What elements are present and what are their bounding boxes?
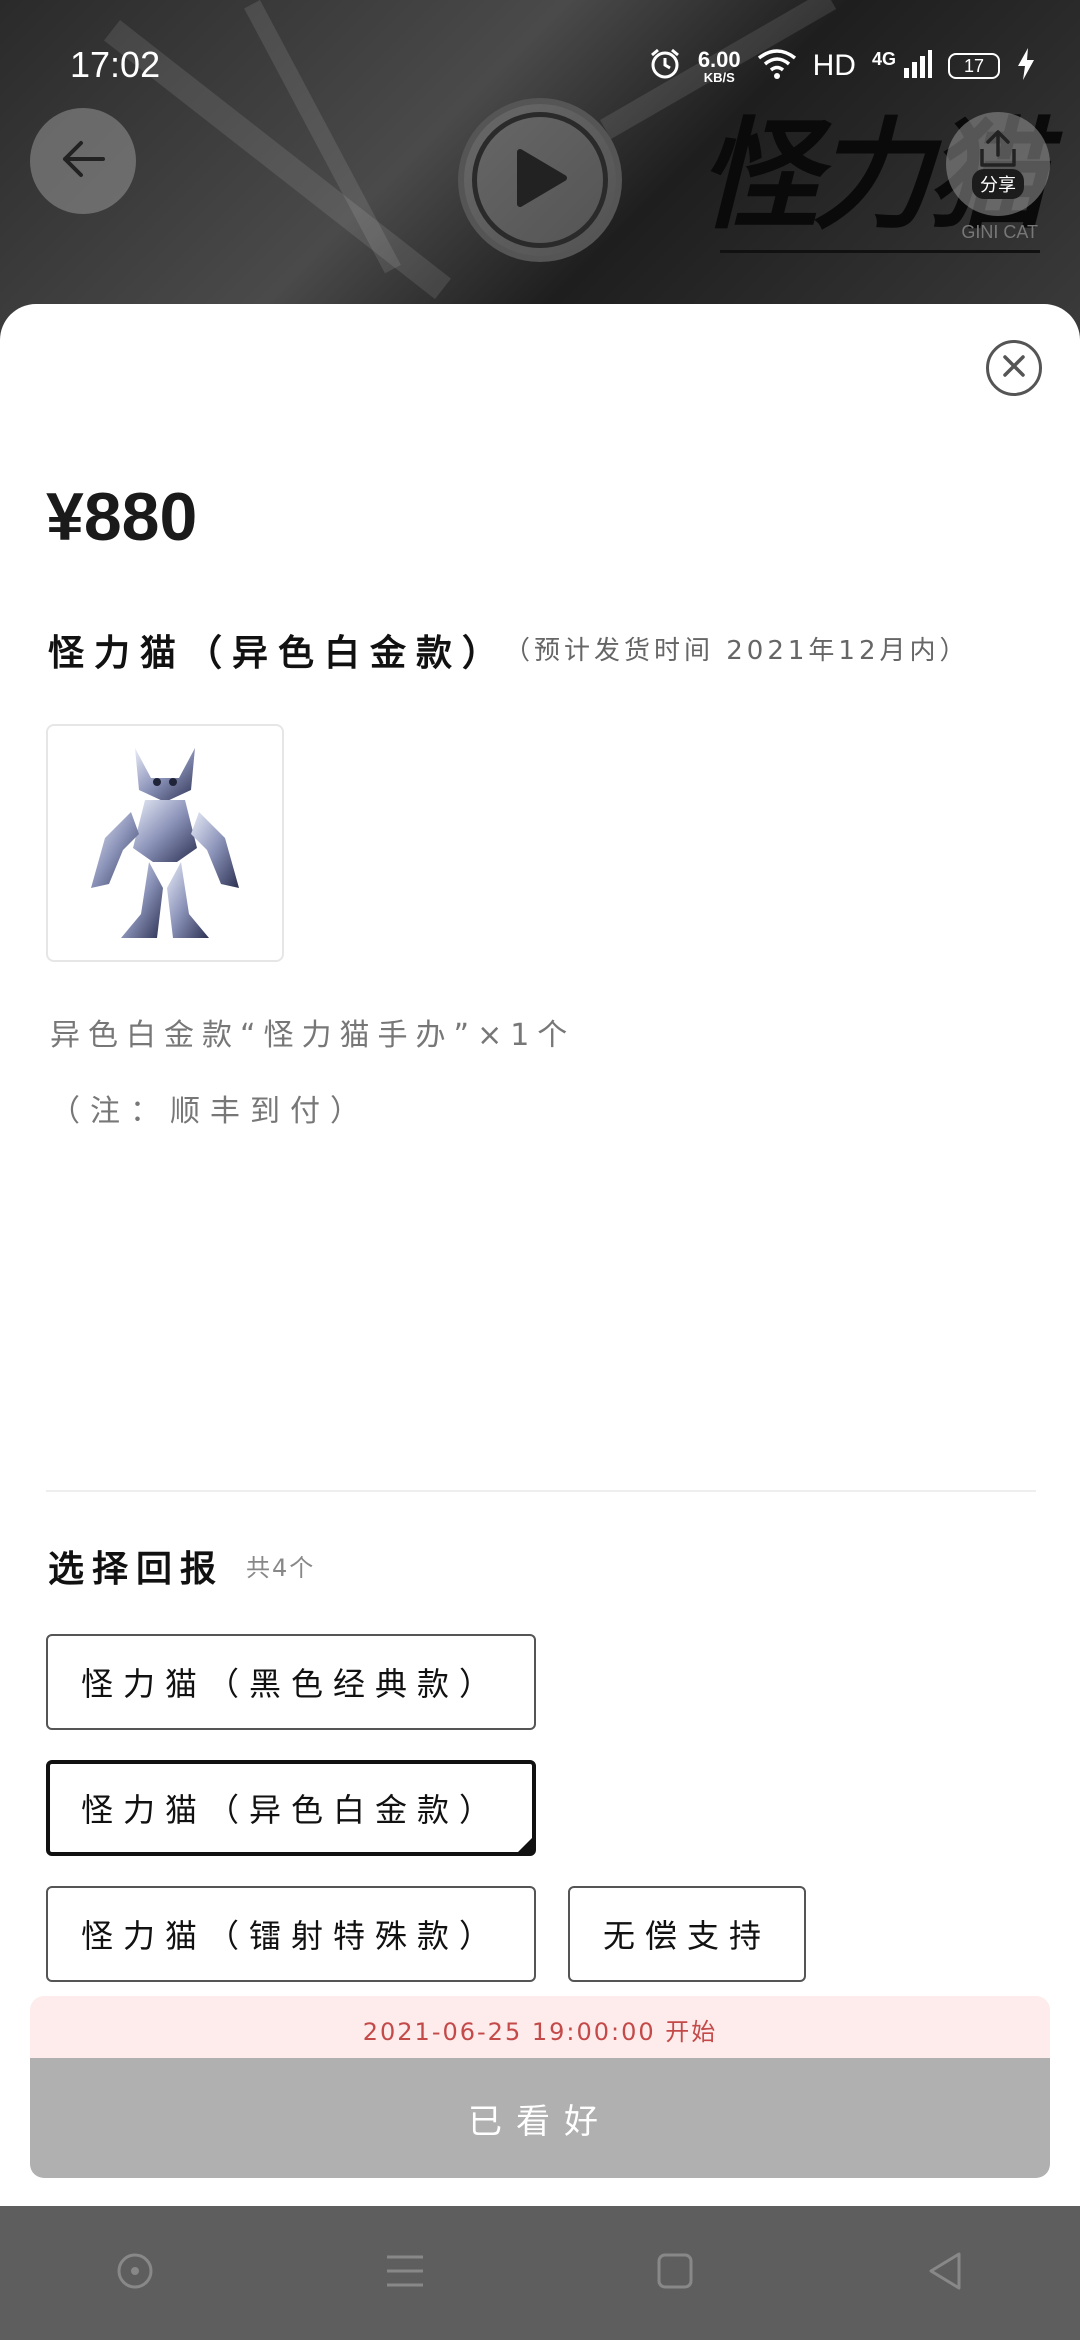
nav-menu-button[interactable]: [365, 2233, 445, 2313]
section-divider: [46, 1490, 1036, 1492]
close-icon: [1000, 352, 1028, 384]
square-icon: [656, 2252, 694, 2294]
reward-option-black-classic[interactable]: 怪力猫（黑色经典款）: [46, 1634, 536, 1730]
product-price: ¥880: [46, 479, 198, 555]
nav-home-button[interactable]: [635, 2233, 715, 2313]
alarm-icon: [648, 47, 682, 85]
arrow-left-icon: [59, 139, 107, 183]
charging-icon: [1016, 48, 1036, 84]
reward-option-platinum-selected[interactable]: 怪力猫（异色白金款）: [46, 1760, 536, 1856]
product-note: （注：顺丰到付）: [50, 1094, 370, 1129]
system-nav-bar: [0, 2206, 1080, 2340]
circle-dot-icon: [115, 2251, 155, 2295]
triangle-back-icon: [925, 2250, 965, 2296]
product-title: 怪力猫（异色白金款）: [48, 633, 509, 674]
signal-icon: [902, 48, 932, 84]
brand-subtitle: GINI CAT: [961, 222, 1038, 242]
reward-section-title: 选择回报: [48, 1549, 225, 1590]
reward-option-laser-special[interactable]: 怪力猫（镭射特殊款）: [46, 1886, 536, 1982]
battery-indicator: 17: [948, 53, 1000, 79]
shipping-note: （预计发货时间 2021年12月内）: [504, 636, 970, 666]
brand-underline: [720, 250, 1040, 253]
play-video-button[interactable]: [458, 98, 622, 262]
wifi-icon: [757, 48, 797, 84]
watchlist-button[interactable]: 已看好: [30, 2058, 1050, 2178]
network-type: 4G: [871, 48, 896, 69]
status-time: 17:02: [70, 44, 161, 85]
nav-back-button[interactable]: [905, 2233, 985, 2313]
reward-option-free-support[interactable]: 无偿支持: [568, 1886, 806, 1982]
net-speed: 6.00 KB/S: [697, 46, 741, 85]
figure-image: [91, 748, 239, 938]
share-label: 分享: [972, 169, 1024, 199]
product-thumbnail[interactable]: [46, 724, 284, 962]
close-button[interactable]: [986, 340, 1042, 396]
share-button[interactable]: 分享: [946, 112, 1050, 216]
product-description: 异色白金款“怪力猫手办”×1个: [50, 1018, 576, 1053]
start-time-banner: 2021-06-25 19:00:00 开始: [30, 1996, 1050, 2062]
reward-count: 共4个: [246, 1554, 316, 1582]
back-button[interactable]: [30, 108, 136, 214]
play-icon: [512, 148, 568, 212]
hd-indicator: HD: [812, 49, 856, 82]
menu-icon: [385, 2253, 425, 2293]
nav-assistant-button[interactable]: [95, 2233, 175, 2313]
status-indicators: 6.00 KB/S HD 4G 17: [648, 44, 1036, 88]
share-icon: [976, 129, 1020, 173]
